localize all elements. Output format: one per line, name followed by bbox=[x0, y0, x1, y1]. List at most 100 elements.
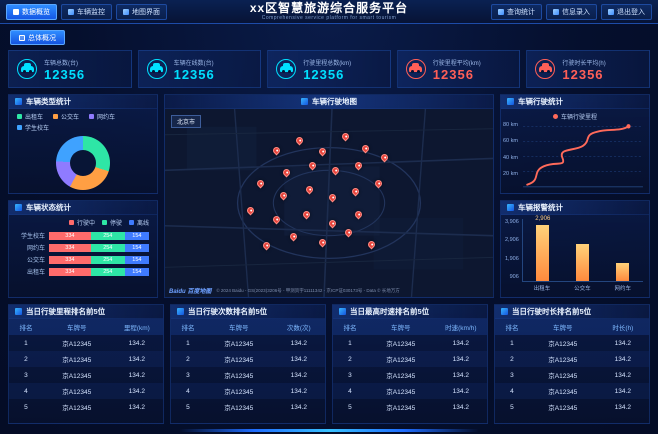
bottom-row: 当日行驶里程排名前5位 排名 车牌号 里程(km) 1 京A12345 134.2 2 京A12… bbox=[8, 304, 650, 424]
dashboard: 数据概览 车辆监控 地图界面 xx区智慧旅游综合服务平台 Comprehensive… bbox=[0, 0, 658, 434]
status-row: 公交车 334 254 154 bbox=[9, 252, 157, 264]
rank-table-panel: 当日行驶时长排名前5位 排名 车牌号 时长(h) 1 京A12345 134.2 2 京A123… bbox=[494, 304, 650, 424]
top-header: 数据概览 车辆监控 地图界面 xx区智慧旅游综合服务平台 Comprehensive… bbox=[0, 0, 658, 24]
kpi-info: 行驶时长平均(h) 12356 bbox=[562, 58, 605, 81]
table-cell: 134.2 bbox=[290, 371, 307, 379]
table-cell: 134.2 bbox=[614, 371, 631, 379]
status-bar-segment: 154 bbox=[124, 231, 149, 240]
table-cell: 134.2 bbox=[128, 339, 145, 347]
status-bar-segment: 334 bbox=[49, 267, 91, 276]
status-bar-segment: 254 bbox=[90, 243, 125, 252]
nav-button[interactable]: 车辆监控 bbox=[61, 3, 112, 20]
nav-button[interactable]: 信息录入 bbox=[546, 3, 597, 20]
column-header: 车牌号 bbox=[528, 319, 597, 335]
nav-button-icon bbox=[498, 8, 504, 15]
table-cell: 3 bbox=[348, 371, 352, 379]
alarm-plot-column: 2,906 出租车 公交车 网约车 bbox=[521, 216, 643, 293]
legend-swatch-icon bbox=[101, 220, 107, 225]
column-header: 排名 bbox=[495, 319, 529, 335]
panel-title: 车辆类型统计 bbox=[9, 95, 157, 109]
kpi-card: 行驶里程总数(km) 12356 bbox=[267, 50, 391, 88]
type-donut bbox=[56, 136, 110, 190]
table-row: 2 京A12345 134.2 bbox=[495, 351, 649, 367]
vehicle-icon bbox=[276, 59, 297, 79]
tab-overview[interactable]: 总体概况 bbox=[10, 30, 65, 45]
table-cell: 2 bbox=[24, 355, 28, 363]
status-category-label: 网约车 bbox=[26, 246, 45, 252]
table-cell: 京A12345 bbox=[224, 405, 254, 412]
table-cell: 2 bbox=[348, 355, 352, 363]
legend-swatch-icon bbox=[89, 114, 95, 119]
status-bar-segment: 154 bbox=[124, 243, 149, 252]
alarm-y-axis: 3,906 2,906 1,906 906 bbox=[505, 219, 522, 293]
table-row: 4 京A12345 134.2 bbox=[495, 383, 649, 399]
nav-button[interactable]: 数据概览 bbox=[6, 3, 57, 20]
y-axis-label: 40 km bbox=[503, 154, 518, 161]
map-canvas[interactable]: 北京市 Baidu 百度地图 © 2024 Baidu - GS(2023)32… bbox=[165, 109, 493, 297]
status-bar-segment: 154 bbox=[124, 267, 149, 276]
mileage-line-chart bbox=[523, 124, 643, 188]
map-roads bbox=[165, 109, 493, 297]
table-row: 4 京A12345 134.2 bbox=[333, 383, 487, 399]
kpi-label: 行驶里程平均(km) bbox=[432, 60, 481, 67]
nav-button-icon bbox=[13, 8, 19, 15]
table-row: 3 京A12345 134.2 bbox=[333, 367, 487, 383]
legend-item[interactable]: 出租车 bbox=[17, 112, 43, 121]
column-header: 车牌号 bbox=[366, 319, 435, 335]
table-cell: 134.2 bbox=[452, 387, 469, 395]
nav-button[interactable]: 地图界面 bbox=[116, 3, 167, 20]
table-cell: 京A12345 bbox=[224, 357, 254, 364]
table-row: 5 京A12345 134.2 bbox=[495, 399, 649, 415]
table-row: 1 京A12345 134.2 bbox=[333, 335, 487, 351]
panel-title-text: 当日行驶里程排名前5位 bbox=[26, 307, 106, 316]
kpi-value: 12356 bbox=[44, 66, 86, 82]
nav-button[interactable]: 查询统计 bbox=[491, 3, 542, 20]
table-cell: 京A12345 bbox=[548, 405, 578, 412]
legend-item[interactable]: 学生校车 bbox=[17, 123, 49, 132]
panel-title-text: 车辆行驶地图 bbox=[312, 97, 357, 106]
panel-title: 车辆行驶地图 bbox=[165, 95, 493, 109]
table-cell: 134.2 bbox=[128, 387, 145, 395]
table-cell: 京A12345 bbox=[548, 373, 578, 380]
legend-label: 学生校车 bbox=[25, 126, 50, 132]
nav-button-label: 车辆监控 bbox=[77, 8, 105, 16]
legend-swatch-icon bbox=[128, 220, 134, 225]
table-row: 2 京A12345 134.2 bbox=[171, 351, 325, 367]
line-legend-label: 车辆行驶里程 bbox=[560, 115, 597, 121]
legend-swatch-icon bbox=[17, 114, 22, 119]
line-legend[interactable]: 车辆行驶里程 bbox=[501, 112, 649, 121]
status-stacked-bar: 334 254 154 bbox=[49, 255, 149, 264]
alarm-bar bbox=[616, 263, 630, 281]
page-subtitle: Comprehensive service platform for smart… bbox=[261, 15, 397, 21]
table-cell: 5 bbox=[186, 403, 190, 411]
table-cell: 京A12345 bbox=[62, 389, 92, 396]
column-header: 车牌号 bbox=[42, 319, 111, 335]
table-cell: 4 bbox=[24, 387, 28, 395]
kpi-card: 车辆在线数(台) 12356 bbox=[137, 50, 262, 88]
table-cell: 134.2 bbox=[452, 371, 469, 379]
nav-button-label: 退出登入 bbox=[617, 8, 645, 16]
table-cell: 134.2 bbox=[452, 339, 469, 347]
baidu-logo[interactable]: Baidu 百度地图 bbox=[169, 286, 211, 295]
legend-item[interactable]: 网约车 bbox=[89, 112, 115, 121]
nav-button-icon bbox=[68, 8, 74, 15]
column-header: 排名 bbox=[9, 319, 43, 335]
legend-item[interactable]: 行驶中 bbox=[68, 218, 95, 227]
panel-title-icon bbox=[507, 98, 514, 105]
car-glyph-icon bbox=[150, 63, 164, 73]
status-bar-segment: 334 bbox=[49, 243, 91, 252]
map-city-label[interactable]: 北京市 bbox=[171, 115, 202, 128]
legend-item[interactable]: 停驶 bbox=[101, 218, 122, 227]
y-axis-label: 906 bbox=[509, 273, 519, 280]
nav-button[interactable]: 退出登入 bbox=[601, 3, 652, 20]
rank-table: 排名 车牌号 时长(h) 1 京A12345 134.2 2 京A12345 134.2 3 京A1… bbox=[495, 319, 649, 415]
nav-button-label: 信息录入 bbox=[562, 8, 590, 16]
legend-item[interactable]: 离线 bbox=[128, 218, 149, 227]
rank-table-panel: 当日行驶里程排名前5位 排名 车牌号 里程(km) 1 京A12345 134.2 2 京A12… bbox=[8, 304, 164, 424]
nav-button-label: 数据概览 bbox=[22, 8, 50, 16]
panel-title: 当日行驶里程排名前5位 bbox=[9, 305, 163, 319]
panel-title-icon bbox=[15, 98, 22, 105]
table-cell: 134.2 bbox=[614, 355, 631, 363]
legend-item[interactable]: 公交车 bbox=[53, 112, 79, 121]
page-title: xx区智慧旅游综合服务平台 bbox=[249, 1, 409, 15]
